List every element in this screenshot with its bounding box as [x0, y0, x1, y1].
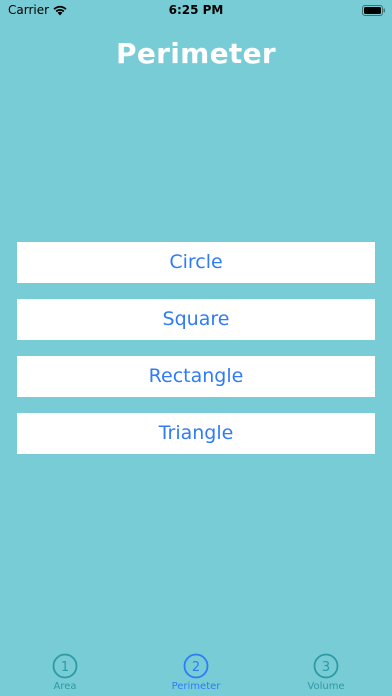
square-button[interactable]: Square — [17, 299, 375, 340]
rectangle-button[interactable]: Rectangle — [17, 356, 375, 397]
battery-icon — [362, 5, 385, 16]
tab-area[interactable]: 1 Area — [25, 646, 105, 696]
circled-number-1-icon: 1 — [52, 653, 78, 679]
tab-volume-label: Volume — [307, 681, 345, 692]
svg-text:3: 3 — [322, 660, 330, 675]
tab-volume[interactable]: 3 Volume — [286, 646, 366, 696]
tab-perimeter[interactable]: 2 Perimeter — [156, 646, 236, 696]
tab-bar: 1 Area 2 Perimeter 3 Volume — [0, 646, 392, 696]
tab-perimeter-label: Perimeter — [171, 681, 221, 692]
circled-number-2-icon: 2 — [183, 653, 209, 679]
svg-text:1: 1 — [61, 660, 69, 675]
triangle-button[interactable]: Triangle — [17, 413, 375, 454]
shape-list: Circle Square Rectangle Triangle — [17, 242, 375, 470]
svg-text:2: 2 — [192, 660, 200, 675]
tab-area-label: Area — [53, 681, 77, 692]
circle-button[interactable]: Circle — [17, 242, 375, 283]
status-time: 6:25 PM — [168, 3, 224, 17]
status-bar: Carrier 6:25 PM — [0, 0, 392, 24]
page-title: Perimeter — [116, 37, 276, 70]
circled-number-3-icon: 3 — [313, 653, 339, 679]
